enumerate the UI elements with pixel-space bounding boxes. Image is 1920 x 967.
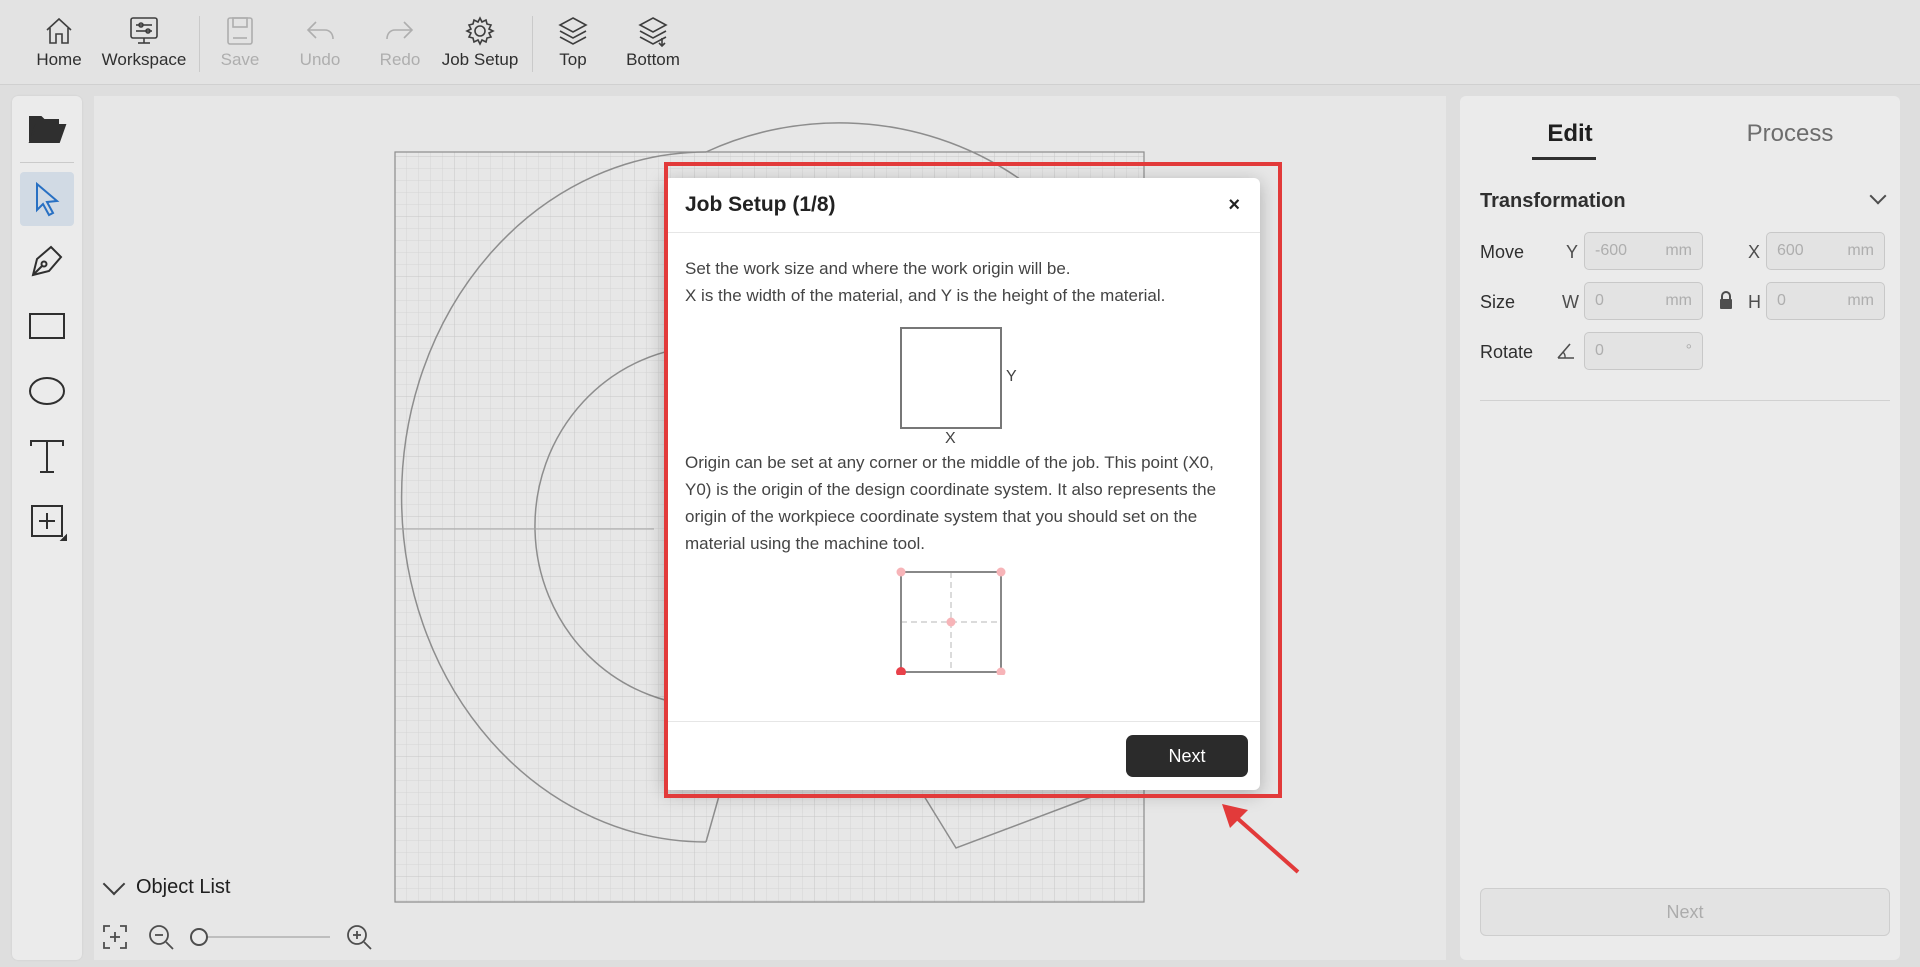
annotation-arrow-icon (1222, 804, 1300, 874)
annotation-highlight-box (664, 162, 1282, 798)
